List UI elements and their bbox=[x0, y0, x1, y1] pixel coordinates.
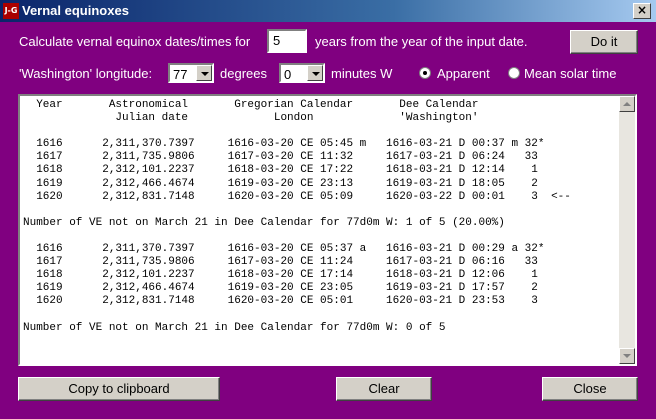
radio-apparent[interactable] bbox=[419, 67, 431, 79]
radio-mean-solar-time[interactable] bbox=[508, 67, 520, 79]
minutes-value: 0 bbox=[284, 67, 292, 82]
degrees-select[interactable]: 77 bbox=[168, 63, 214, 83]
app-icon: J-G bbox=[3, 3, 19, 19]
window-close-button[interactable]: × bbox=[633, 3, 651, 19]
calc-prefix-label: Calculate vernal equinox dates/times for bbox=[19, 34, 251, 49]
title-bar: J-G Vernal equinoxes × bbox=[0, 0, 656, 22]
results-textarea[interactable]: Year Astronomical Gregorian Calendar Dee… bbox=[18, 94, 637, 366]
results-text: Year Astronomical Gregorian Calendar Dee… bbox=[23, 99, 571, 334]
close-button[interactable]: Close bbox=[542, 377, 638, 401]
years-input[interactable]: 5 bbox=[267, 29, 307, 53]
do-it-button[interactable]: Do it bbox=[570, 30, 638, 54]
clear-button[interactable]: Clear bbox=[336, 377, 432, 401]
radio-mean-solar-time-label[interactable]: Mean solar time bbox=[524, 66, 616, 81]
chevron-down-icon[interactable] bbox=[196, 65, 212, 81]
minutes-label: minutes W bbox=[331, 66, 393, 81]
degrees-value: 77 bbox=[173, 67, 188, 82]
calc-suffix-label: years from the year of the input date. bbox=[315, 34, 528, 49]
chevron-down-icon[interactable] bbox=[307, 65, 323, 81]
vertical-scrollbar[interactable] bbox=[619, 96, 635, 364]
minutes-select[interactable]: 0 bbox=[279, 63, 325, 83]
longitude-label: 'Washington' longitude: bbox=[19, 66, 153, 81]
window-title: Vernal equinoxes bbox=[22, 3, 129, 18]
scroll-down-arrow-icon[interactable] bbox=[619, 348, 635, 364]
copy-to-clipboard-button[interactable]: Copy to clipboard bbox=[18, 377, 220, 401]
scroll-up-arrow-icon[interactable] bbox=[619, 96, 635, 112]
degrees-label: degrees bbox=[220, 66, 267, 81]
radio-apparent-label[interactable]: Apparent bbox=[437, 66, 490, 81]
